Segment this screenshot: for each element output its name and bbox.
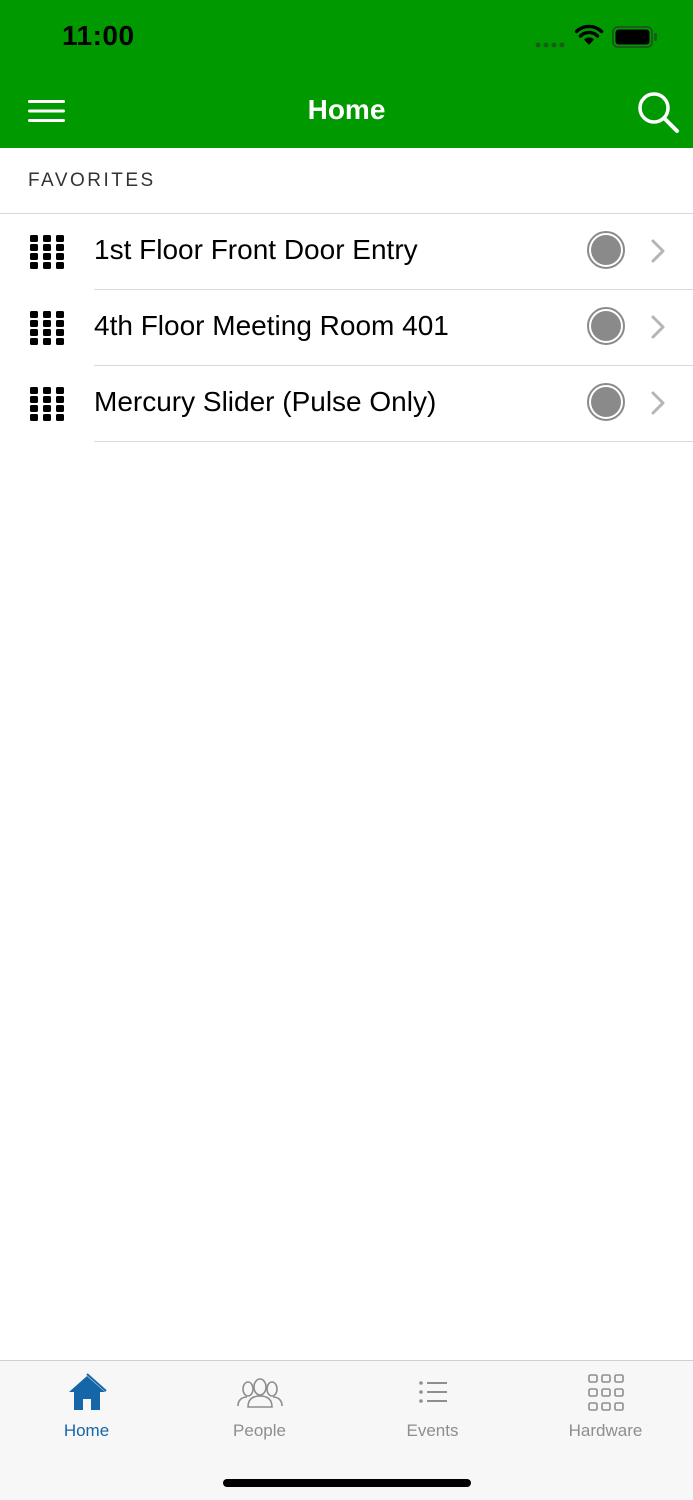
- people-icon: [236, 1378, 283, 1408]
- keypad-icon: [30, 311, 64, 345]
- list-item[interactable]: 1st Floor Front Door Entry: [0, 214, 693, 290]
- tab-hardware[interactable]: Hardware: [519, 1361, 692, 1461]
- search-icon[interactable]: [636, 90, 680, 134]
- chevron-right-icon: [651, 391, 665, 415]
- chevron-right-icon: [651, 315, 665, 339]
- signal-strength-icon: [535, 42, 565, 48]
- status-time: 11:00: [62, 20, 135, 51]
- favorites-section-header: FAVORITES: [0, 148, 693, 214]
- navigation-bar: Home: [0, 74, 693, 148]
- wifi-icon: [574, 24, 604, 45]
- home-indicator[interactable]: [223, 1479, 471, 1487]
- keypad-icon: [30, 235, 64, 269]
- tab-events[interactable]: Events: [346, 1361, 519, 1461]
- tab-bar: Home People Events Hardware: [0, 1360, 693, 1500]
- tab-people[interactable]: People: [173, 1361, 346, 1461]
- page-title: Home: [307, 94, 386, 125]
- list-icon: [418, 1381, 447, 1403]
- favorites-list: 1st Floor Front Door Entry 4th Floor Mee…: [0, 214, 693, 442]
- status-bar: 11:00: [0, 0, 693, 74]
- status-indicator-icon: [587, 307, 625, 345]
- chevron-right-icon: [651, 239, 665, 263]
- tab-label: Hardware: [568, 1421, 643, 1440]
- row-divider: [94, 441, 693, 442]
- list-item-label: 1st Floor Front Door Entry: [94, 234, 418, 265]
- status-indicator-icon: [587, 231, 625, 269]
- status-indicator-icon: [587, 383, 625, 421]
- list-item-label: 4th Floor Meeting Room 401: [94, 310, 449, 341]
- list-item[interactable]: 4th Floor Meeting Room 401: [0, 290, 693, 366]
- grid-icon: [587, 1374, 624, 1411]
- list-item[interactable]: Mercury Slider (Pulse Only): [0, 366, 693, 442]
- list-item-label: Mercury Slider (Pulse Only): [94, 386, 437, 417]
- keypad-icon: [30, 387, 64, 421]
- tab-label: People: [233, 1421, 286, 1440]
- section-title: FAVORITES: [28, 170, 156, 191]
- home-icon: [68, 1373, 107, 1410]
- tab-home[interactable]: Home: [0, 1361, 173, 1461]
- tab-label: Home: [63, 1421, 110, 1440]
- tab-label: Events: [406, 1421, 459, 1440]
- battery-icon: [612, 26, 657, 48]
